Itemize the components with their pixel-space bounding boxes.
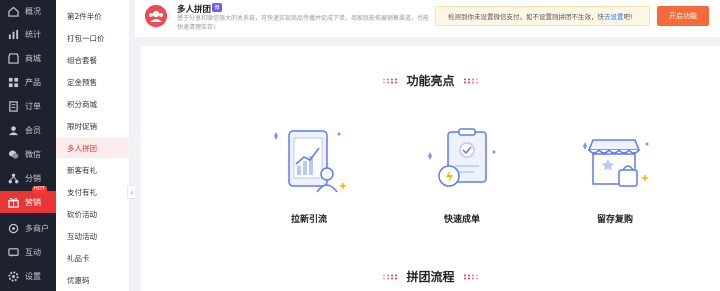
app-root: 概况 统计 商城 产品 订单 会员 微信 分销 营销 HOT 多商户 互动 设置… [0,0,720,291]
submenu-item[interactable]: 礼品卡 [56,248,130,268]
submenu-item[interactable]: 新客有礼 [56,160,130,180]
feature-item: 快速成单 [412,126,512,236]
enable-feature-button[interactable]: 开启功能 [657,6,709,26]
settings-icon [8,270,19,282]
nav-item-label: 统计 [25,29,41,39]
page-header: 多人拼团 微 基于分享和微信强大的关系链，可快速实现商品传播并促成下单。商家既能… [135,0,720,38]
submenu-item[interactable]: 优惠码 [56,270,130,290]
chevron-left-icon: ‹ [130,187,134,197]
feature-label: 拉新引流 [290,215,327,225]
growth-chart-icon [269,126,349,196]
nav-item-label: 设置 [25,271,41,281]
nav-item-wechat[interactable]: 微信 [0,143,56,165]
notice-text: 检测到你未设置微信支付，如不设置则拼团不生效，快 [448,13,604,21]
submenu-item[interactable]: 支付有礼 [56,182,130,202]
page-description: 基于分享和微信强大的关系链，可快速实现商品传播并促成下单。商家既能拓展销售渠道，… [177,15,430,31]
order-icon [8,100,19,112]
notice-end: 吧! [623,13,633,21]
nav-item-label: 会员 [25,125,41,135]
decor-dots-icon [382,274,398,280]
submenu-item[interactable]: 限时促销 [56,116,130,136]
feature-item: 留存复购 [565,126,665,236]
feature-item: 拉新引流 [259,126,359,236]
submenu-item[interactable]: 组合套餐 [56,50,130,70]
hot-badge: HOT [32,186,47,193]
home-icon [8,6,19,17]
shop-icon [8,52,19,64]
nav-item-shop[interactable]: 商城 [0,47,56,69]
distribution-icon [8,173,19,184]
nav-item-merchant[interactable]: 多商户 [0,217,56,239]
nav-item-label: 微信 [25,149,41,159]
store-bag-icon [575,126,655,196]
nav-item-label: 产品 [25,77,41,87]
marketing-icon [8,197,19,208]
nav-item-label: 概况 [25,6,41,16]
main-content: 功能亮点 拉新引流 快速成单 留存复购 拼团流程 [135,38,720,291]
nav-item-member[interactable]: 会员 [0,119,56,141]
highlights-heading: 功能亮点 [141,72,720,89]
nav-item-label: 多商户 [25,223,49,233]
submenu-item[interactable]: 积分商城 [56,94,130,114]
main-nav: 概况 统计 商城 产品 订单 会员 微信 分销 营销 HOT 多商户 互动 设置 [0,0,56,291]
submenu-item[interactable]: 打包一口价 [56,28,130,48]
marketing-submenu: 第2件半价 打包一口价 组合套餐 定金预售 积分商城 限时促销 多人拼团 新客有… [56,0,130,291]
wechat-icon [8,149,19,160]
page-title: 多人拼团 [177,5,212,15]
nav-item-label: 互动 [25,247,41,257]
nav-item-label: 订单 [25,101,41,111]
interact-icon [8,247,19,258]
decor-dots-icon [463,274,479,280]
nav-item-label: 分销 [25,173,41,183]
group-buy-logo [145,5,167,27]
submenu-item[interactable]: 定金预售 [56,72,130,92]
feature-card: 功能亮点 拉新引流 快速成单 留存复购 拼团流程 [141,46,720,291]
group-buy-icon [145,5,167,27]
submenu-item[interactable]: 互动活动 [56,226,130,246]
feature-label: 快速成单 [443,215,480,225]
wechat-badge: 微 [212,3,222,12]
nav-item-marketing[interactable]: 营销 HOT [0,186,56,213]
member-icon [8,125,19,136]
nav-item-overview[interactable]: 概况 [0,0,56,22]
submenu-item-active[interactable]: 多人拼团 [56,138,130,158]
merchant-icon [8,223,19,234]
decor-dots-icon [382,78,398,84]
product-icon [8,77,19,88]
nav-item-order[interactable]: 订单 [0,95,56,117]
nav-item-label: 商城 [25,53,41,63]
submenu-item[interactable]: 第2件半价 [56,6,130,26]
nav-item-distribution[interactable]: 分销 [0,167,56,189]
nav-item-label: 营销 [25,197,41,207]
nav-item-product[interactable]: 产品 [0,71,56,93]
nav-item-settings[interactable]: 设置 [0,265,56,287]
submenu-item[interactable]: 砍价活动 [56,204,130,224]
wechat-pay-notice: 检测到你未设置微信支付，如不设置则拼团不生效，快 去设置 吧! [435,6,650,26]
go-settings-link[interactable]: 去设置 [604,11,624,21]
nav-item-stats[interactable]: 统计 [0,23,56,45]
process-title: 拼团流程 [406,270,455,284]
feature-label: 留存复购 [596,215,633,225]
nav-item-interact[interactable]: 互动 [0,241,56,263]
stats-icon [8,29,19,40]
fast-order-icon [422,126,502,196]
process-heading: 拼团流程 [141,268,720,285]
decor-dots-icon [463,78,479,84]
highlights-title: 功能亮点 [406,74,455,88]
